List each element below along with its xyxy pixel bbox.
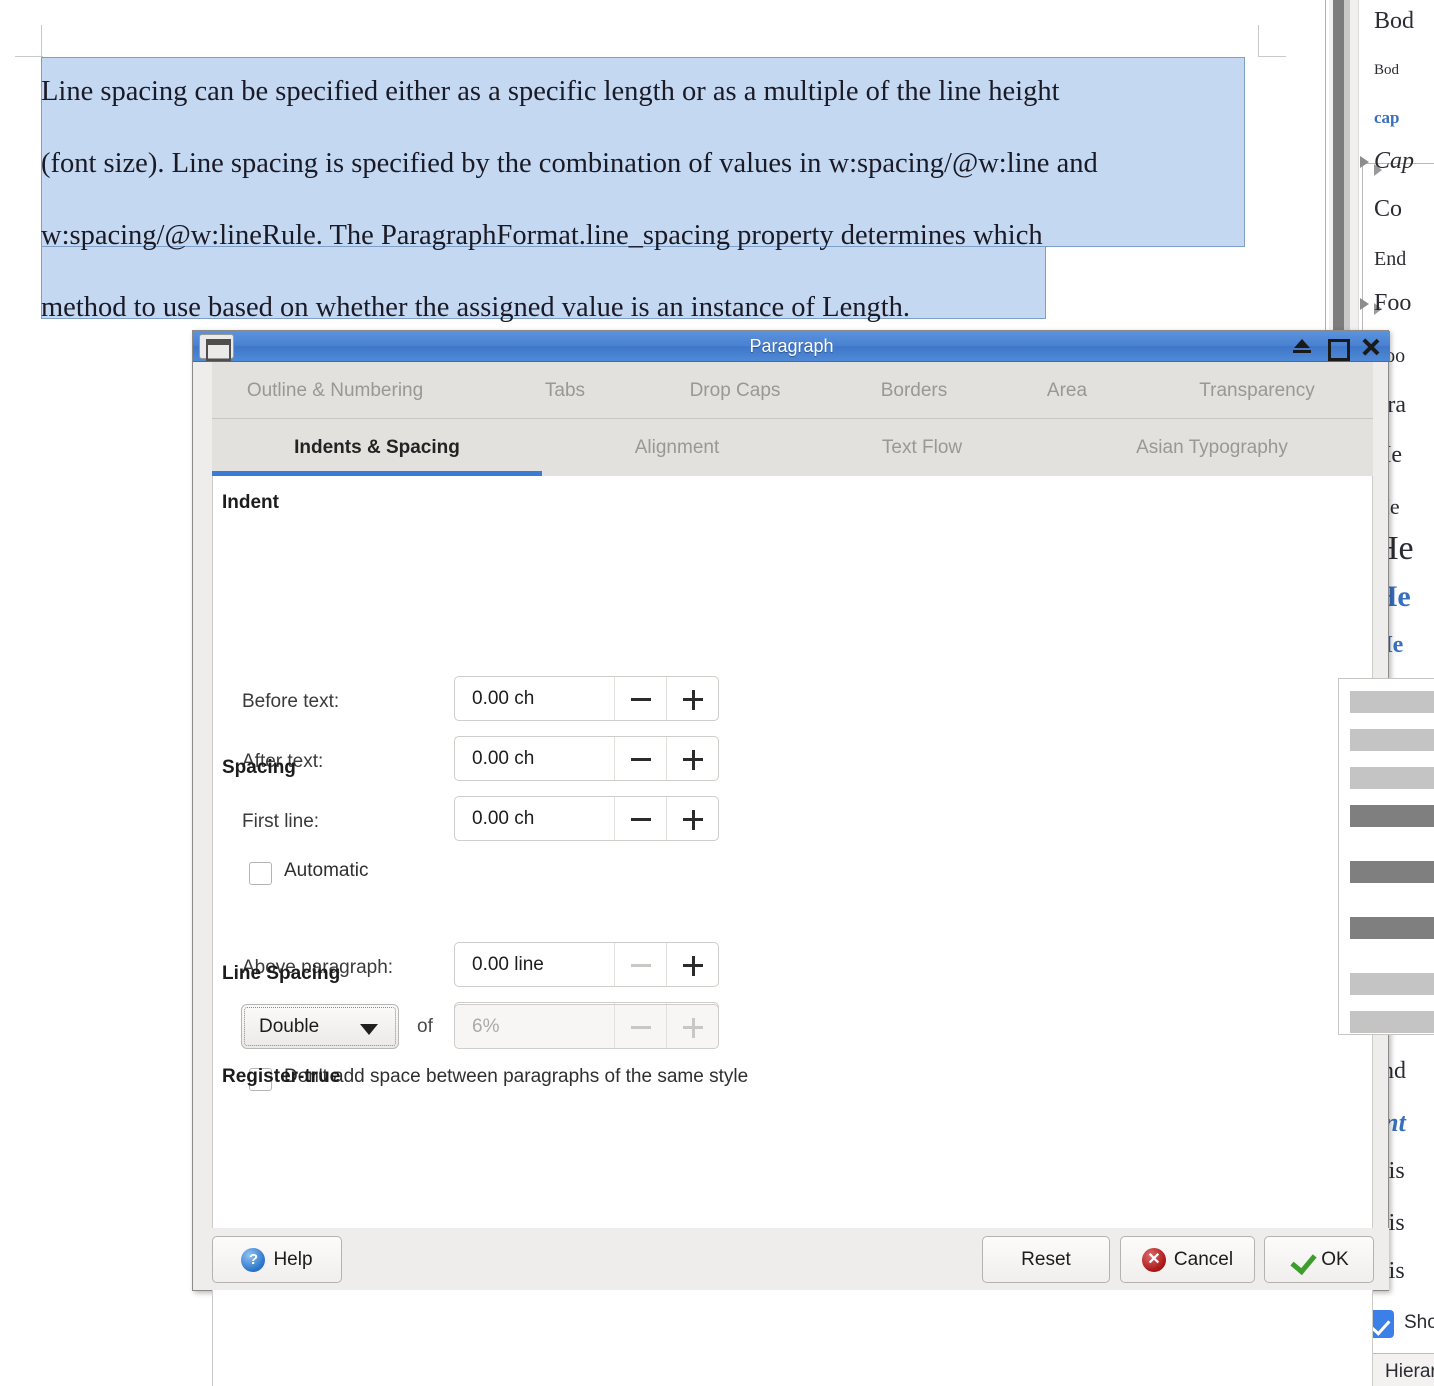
preview-line-bar [1350,805,1434,827]
cancel-button-label: Cancel [1173,1248,1234,1270]
preview-line-bar [1350,973,1434,995]
spinner-line-spacing-of-increment [666,1005,718,1048]
spinner-first-line-value[interactable]: 0.00 ch [455,797,614,840]
style-list-item[interactable]: Cap [1362,148,1434,175]
spinner-first-line[interactable]: 0.00 ch [454,796,719,841]
spinner-first-line-increment[interactable] [666,797,718,840]
preview-line-bar [1350,691,1434,713]
close-icon[interactable] [1360,337,1380,357]
reset-button-label: Reset [1021,1248,1071,1270]
spinner-line-spacing-of-value: 6% [472,1016,500,1037]
automatic-label: Automatic [284,860,369,881]
spinner-first-line-decrement[interactable] [614,797,666,840]
tab-indents-spacing[interactable]: Indents & Spacing [212,419,542,476]
spinner-after-text[interactable]: 0.00 ch [454,736,719,781]
style-list-item[interactable]: Foo [1362,290,1434,317]
tab-text-flow[interactable]: Text Flow [822,419,1022,476]
ok-button-label: OK [1321,1248,1349,1270]
tab-row-primary: Indents & Spacing Alignment Text Flow As… [212,419,1373,476]
style-list-item[interactable]: End [1362,248,1434,271]
preview-line-bar [1350,917,1434,939]
preview-line-bar [1350,861,1434,883]
spinner-above-paragraph-decrement [614,943,666,986]
label-before-text: Before text: [242,691,340,712]
tab-indents-spacing-label: Indents & Spacing [294,437,460,458]
line-spacing-mode-dropdown[interactable]: Double [241,1004,399,1049]
tab-outline-numbering[interactable]: Outline & Numbering [212,362,458,419]
spinner-after-text-increment[interactable] [666,737,718,780]
cancel-button[interactable]: ✕ Cancel [1120,1236,1255,1283]
tab-asian-typography[interactable]: Asian Typography [1052,419,1372,476]
margin-guide-vertical-left [41,25,42,57]
line-spacing-of-label: of [417,1016,433,1037]
spinner-after-text-decrement[interactable] [614,737,666,780]
margin-guide-vertical-right [1258,25,1259,57]
expand-triangle-icon[interactable] [1360,298,1369,311]
paragraph-preview [1338,678,1434,1035]
maximize-icon[interactable] [1326,337,1350,361]
group-label-spacing: Spacing [222,757,296,778]
style-list-item[interactable]: Co [1362,196,1434,223]
preview-line-bar [1350,767,1434,789]
tab-alignment[interactable]: Alignment [562,419,792,476]
spinner-before-text-value[interactable]: 0.00 ch [455,677,614,720]
help-icon: ? [241,1247,266,1272]
dialog-footer: ? Help Reset ✕ Cancel OK [194,1228,1389,1290]
style-filter-label: Hierarc [1385,1361,1434,1382]
group-label-register-true: Register-true [222,1066,341,1087]
document-line: Line spacing can be specified either as … [41,76,1060,107]
chevron-down-icon [360,1024,378,1035]
document-line: w:spacing/@w:lineRule. The ParagraphForm… [41,220,1043,251]
tab-row-secondary: Outline & Numbering Tabs Drop Caps Borde… [212,362,1373,419]
dialog-title: Paragraph [749,336,834,356]
spinner-line-spacing-of: 6% [454,1004,719,1049]
margin-guide-horizontal-left [15,56,43,57]
reset-button[interactable]: Reset [982,1236,1110,1283]
paragraph-dialog[interactable]: Paragraph Outline & Numbering Tabs Drop … [192,330,1434,1386]
window-controls [1292,334,1380,361]
spinner-before-text[interactable]: 0.00 ch [454,676,719,721]
document-line: (font size). Line spacing is specified b… [41,148,1098,179]
spinner-above-paragraph-increment[interactable] [666,943,718,986]
spinner-line-spacing-of-decrement [614,1005,666,1048]
spinner-above-paragraph[interactable]: 0.00 line [454,942,719,987]
spinner-after-text-value[interactable]: 0.00 ch [455,737,614,780]
help-button-label: Help [273,1248,313,1270]
dialog-titlebar[interactable]: Paragraph [193,331,1390,362]
minimize-icon[interactable] [1292,337,1312,357]
style-list-item[interactable]: Bod [1362,62,1434,79]
show-previews-label: Show [1404,1312,1434,1333]
style-list-item[interactable]: Bod [1362,8,1434,35]
app-root: Line spacing can be specified either as … [0,0,1434,1386]
cancel-icon: ✕ [1141,1247,1166,1272]
tab-borders[interactable]: Borders [844,362,984,419]
spinner-before-text-decrement[interactable] [614,677,666,720]
preview-line-bar [1350,1011,1434,1033]
line-spacing-mode-value: Double [259,1016,320,1037]
tab-drop-caps[interactable]: Drop Caps [652,362,818,419]
preview-line-bar [1350,729,1434,751]
spinner-before-text-increment[interactable] [666,677,718,720]
group-label-indent: Indent [222,492,279,513]
help-button[interactable]: ? Help [212,1236,342,1283]
group-label-line-spacing: Line Spacing [222,963,341,984]
style-list-item[interactable]: cap [1362,108,1434,128]
ok-button[interactable]: OK [1264,1236,1374,1283]
tab-area[interactable]: Area [1012,362,1122,419]
tab-tabs[interactable]: Tabs [500,362,630,419]
automatic-checkbox[interactable] [249,862,272,885]
style-filter-dropdown[interactable]: Hierarc [1370,1353,1434,1386]
dont-add-space-label: Don't add space between paragraphs of th… [284,1066,749,1087]
label-first-line: First line: [242,811,320,832]
document-text[interactable]: Line spacing can be specified either as … [41,56,1271,344]
spinner-above-paragraph-value[interactable]: 0.00 line [455,943,614,986]
tab-transparency[interactable]: Transparency [1142,362,1372,419]
check-icon [1289,1248,1313,1272]
expand-triangle-icon[interactable] [1360,156,1369,169]
